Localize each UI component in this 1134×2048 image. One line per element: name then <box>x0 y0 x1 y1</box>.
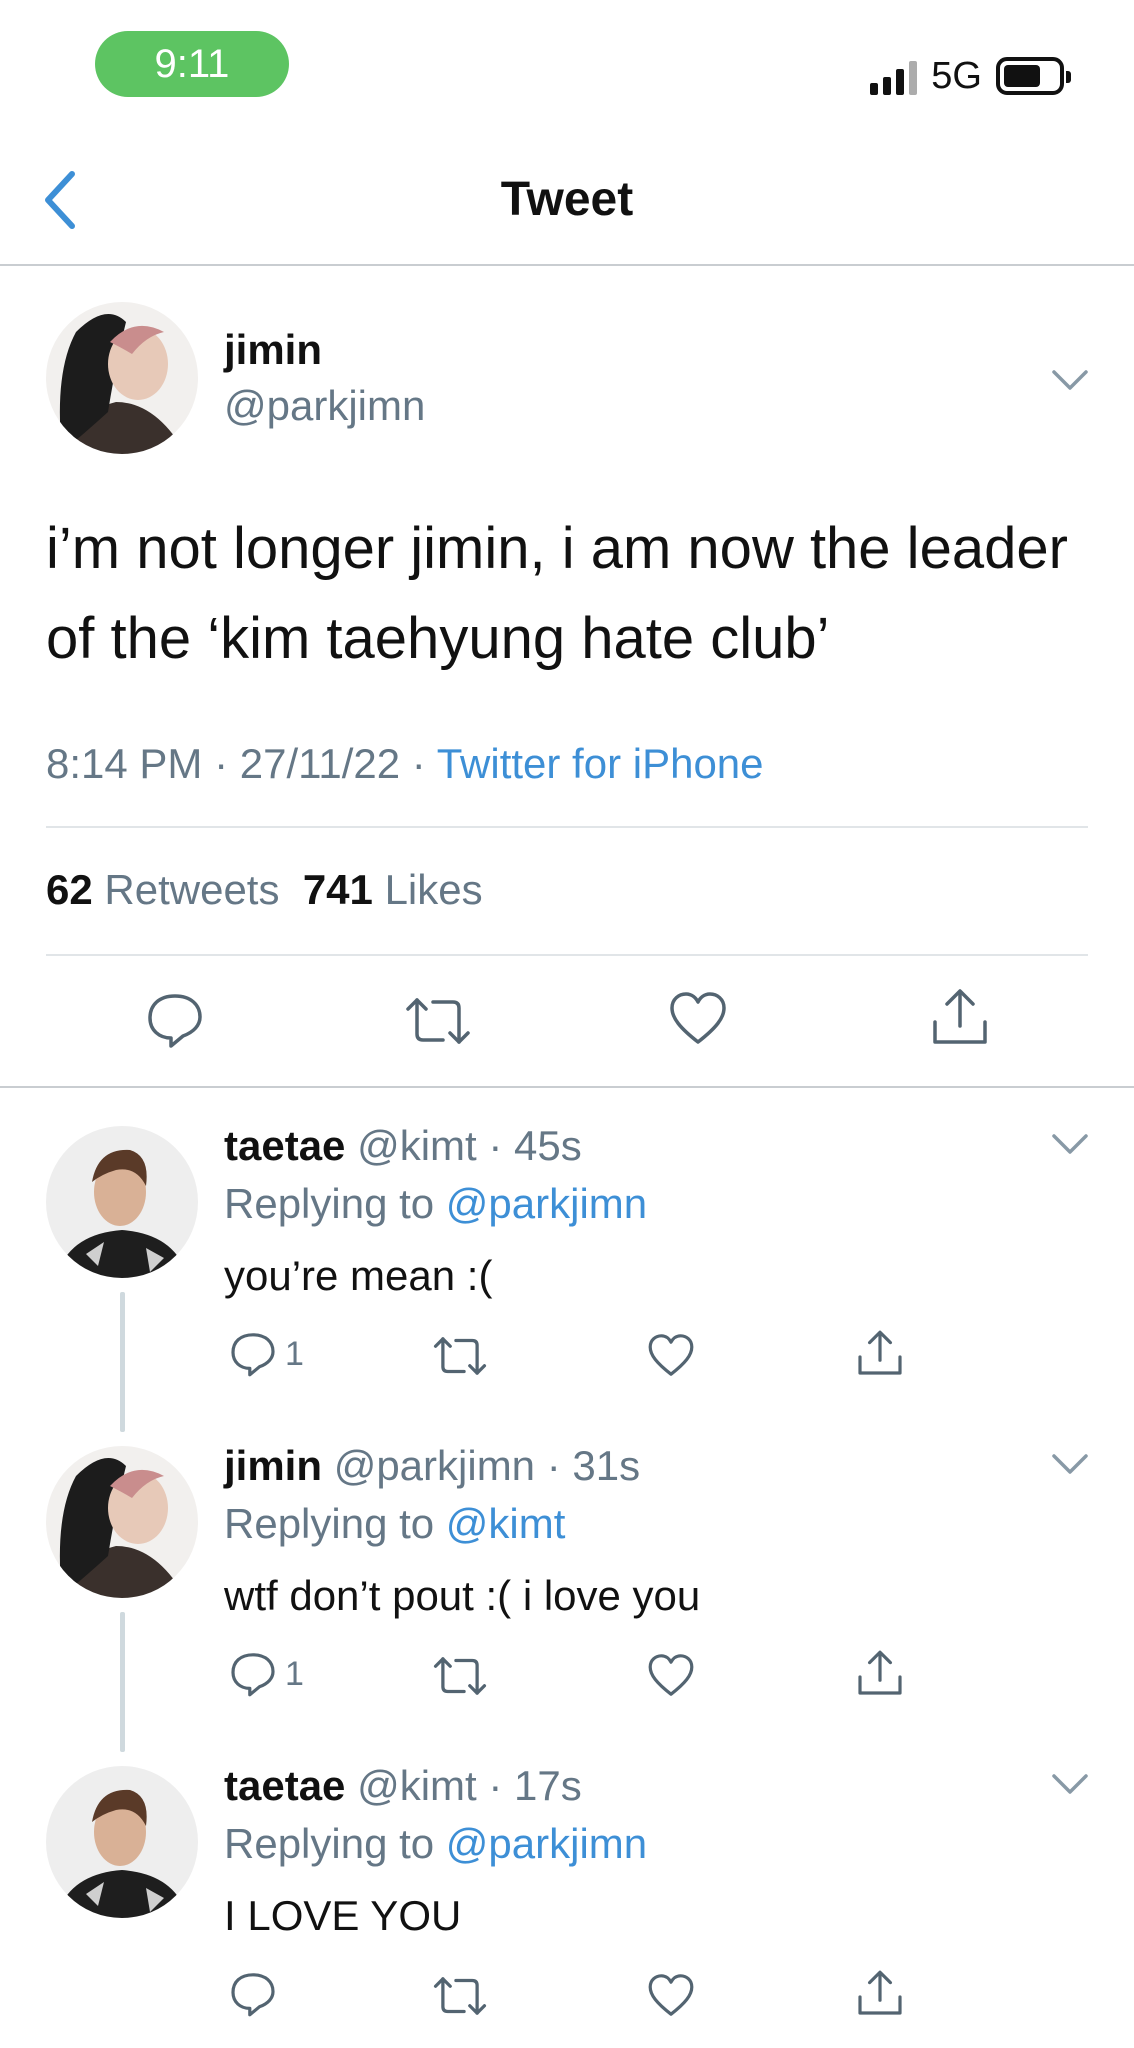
retweets-count[interactable]: 62 <box>46 866 93 913</box>
chevron-down-icon[interactable] <box>1051 368 1089 392</box>
reply-author-name[interactable]: jimin <box>224 1442 322 1489</box>
share-button[interactable] <box>856 1328 904 1378</box>
heart-icon <box>648 1654 694 1696</box>
replying-to: Replying to @parkjimn <box>224 1180 647 1228</box>
tweet-date: 27/11/22 <box>239 740 401 787</box>
reply-text: I LOVE YOU <box>224 1892 462 1939</box>
reply-icon <box>231 1973 275 2017</box>
taehyung-avatar <box>46 1126 198 1278</box>
reply-icon <box>231 1653 275 1697</box>
replying-to-label: Replying to <box>224 1500 435 1547</box>
reply-header: taetae @kimt · 45s <box>224 1122 582 1170</box>
like-button[interactable] <box>647 1652 695 1698</box>
retweet-button[interactable] <box>433 1334 487 1378</box>
separator: · <box>476 1762 515 1809</box>
page-title: Tweet <box>500 173 634 226</box>
retweet-button[interactable] <box>433 1974 487 2018</box>
retweets-label[interactable]: Retweets <box>104 866 279 913</box>
tweet-source-link[interactable]: Twitter for iPhone <box>437 740 764 787</box>
separator: · <box>214 740 240 787</box>
avatar[interactable] <box>46 1126 198 1278</box>
like-button[interactable] <box>668 990 728 1046</box>
reply-icon <box>231 1333 275 1377</box>
reply-text: wtf don’t pout :( i love you <box>224 1572 701 1619</box>
network-label: 5G <box>931 54 982 97</box>
taehyung-avatar <box>46 1766 198 1918</box>
replying-to-link[interactable]: @parkjimn <box>446 1820 647 1867</box>
heart-icon <box>648 1974 694 2016</box>
signal-icon <box>870 57 918 95</box>
reply-time: 31s <box>572 1442 641 1489</box>
reply-author-handle[interactable]: @parkjimn <box>334 1442 535 1489</box>
thread-line <box>120 1612 125 1752</box>
avatar[interactable] <box>46 1766 198 1918</box>
reply-header: jimin @parkjimn · 31s <box>224 1442 640 1490</box>
reply-icon <box>148 994 202 1048</box>
likes-label[interactable]: Likes <box>385 866 483 913</box>
battery-icon <box>996 57 1071 95</box>
retweet-icon <box>433 1977 487 2015</box>
retweet-button[interactable] <box>433 1654 487 1698</box>
reply-count: 1 <box>285 1654 304 1693</box>
replying-to-label: Replying to <box>224 1820 435 1867</box>
reply-button[interactable]: 1 <box>229 1330 304 1378</box>
reply-button[interactable]: 1 <box>229 1650 304 1698</box>
tweet-text: i’m not longer jimin, i am now the leade… <box>46 516 1068 671</box>
chevron-down-icon[interactable] <box>1051 1132 1089 1156</box>
status-indicators: 5G <box>870 54 1071 98</box>
tweet-meta: 8:14 PM · 27/11/22 · Twitter for iPhone <box>46 740 764 788</box>
reply-text: you’re mean :( <box>224 1252 493 1299</box>
like-button[interactable] <box>647 1332 695 1378</box>
share-button[interactable] <box>856 1648 904 1698</box>
separator: · <box>476 1122 515 1169</box>
tweet-stats: 62 Retweets 741 Likes <box>46 866 483 914</box>
reply-header: taetae @kimt · 17s <box>224 1762 582 1810</box>
author-handle[interactable]: @parkjimn <box>224 382 425 430</box>
jimin-avatar <box>46 302 198 454</box>
separator: · <box>411 740 437 787</box>
chevron-down-icon[interactable] <box>1051 1452 1089 1476</box>
replying-to: Replying to @kimt <box>224 1500 565 1548</box>
reply-author-name[interactable]: taetae <box>224 1762 345 1809</box>
reply-time: 17s <box>514 1762 582 1809</box>
divider <box>46 826 1088 828</box>
tweet-time: 8:14 PM <box>46 740 203 787</box>
likes-count[interactable]: 741 <box>303 866 373 913</box>
share-icon <box>858 1970 902 2015</box>
reply-author-name[interactable]: taetae <box>224 1122 345 1169</box>
replying-to-label: Replying to <box>224 1180 435 1227</box>
retweet-icon <box>406 998 470 1044</box>
separator: · <box>535 1442 573 1489</box>
nav-bar: Tweet <box>0 140 1134 266</box>
reply-author-handle[interactable]: @kimt <box>357 1762 477 1809</box>
section-divider <box>0 1086 1134 1088</box>
reply-count: 1 <box>285 1334 304 1373</box>
heart-icon <box>648 1334 694 1376</box>
replying-to: Replying to @parkjimn <box>224 1820 647 1868</box>
reply-button[interactable] <box>229 1970 285 2018</box>
share-icon <box>858 1650 902 1695</box>
divider <box>46 954 1088 956</box>
avatar[interactable] <box>46 1446 198 1598</box>
retweet-icon <box>433 1657 487 1695</box>
share-button[interactable] <box>930 986 990 1048</box>
thread-line <box>120 1292 125 1432</box>
retweet-button[interactable] <box>405 994 471 1048</box>
avatar[interactable] <box>46 302 198 454</box>
replying-to-link[interactable]: @parkjimn <box>446 1180 647 1227</box>
chevron-down-icon[interactable] <box>1051 1772 1089 1796</box>
heart-icon <box>670 992 726 1044</box>
share-icon <box>858 1330 902 1375</box>
reply-time: 45s <box>514 1122 582 1169</box>
share-button[interactable] <box>856 1968 904 2018</box>
jimin-avatar <box>46 1446 198 1598</box>
author-name[interactable]: jimin <box>224 326 322 374</box>
retweet-icon <box>433 1337 487 1375</box>
reply-author-handle[interactable]: @kimt <box>357 1122 477 1169</box>
status-time: 9:11 <box>95 31 289 97</box>
replying-to-link[interactable]: @kimt <box>446 1500 566 1547</box>
share-icon <box>933 989 987 1044</box>
like-button[interactable] <box>647 1972 695 2018</box>
reply-button[interactable] <box>145 990 205 1050</box>
